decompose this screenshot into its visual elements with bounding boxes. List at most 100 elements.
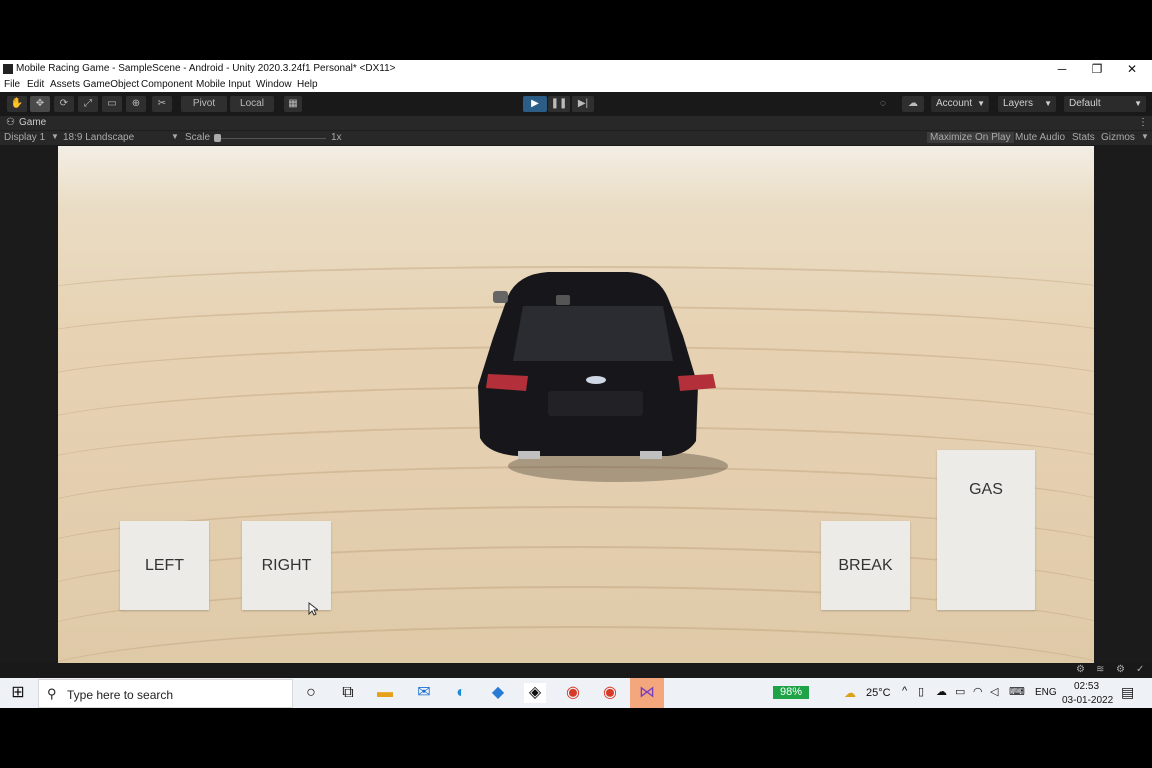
store-icon[interactable]: ◆ — [487, 683, 509, 703]
scale-slider[interactable] — [216, 138, 326, 139]
menu-help[interactable]: Help — [297, 79, 318, 90]
pivot-toggle[interactable]: Pivot — [181, 96, 227, 112]
play-button[interactable]: ▶ — [523, 96, 547, 112]
menu-assets[interactable]: Assets — [50, 79, 80, 90]
battery-indicator[interactable]: 98% — [773, 686, 809, 699]
clock-date[interactable]: 03-01-2022 — [1062, 695, 1113, 706]
local-label: Local — [240, 98, 264, 109]
tray-app-icon[interactable]: ▯ — [918, 685, 924, 698]
chevron-down-icon: ▼ — [171, 132, 179, 141]
right-button[interactable]: RIGHT — [242, 521, 331, 610]
menu-component[interactable]: Component — [141, 79, 193, 90]
menu-gameobject[interactable]: GameObject — [83, 79, 139, 90]
rotate-tool-icon[interactable]: ⟳ — [54, 96, 74, 112]
move-tool-icon[interactable]: ✥ — [30, 96, 50, 112]
onedrive-icon[interactable]: ☁ — [936, 685, 947, 698]
local-toggle[interactable]: Local — [230, 96, 274, 112]
unity-status-bar: ⚙ ≋ ⚙ ✓ — [0, 663, 1152, 678]
search-placeholder: Type here to search — [67, 688, 174, 702]
mail-icon[interactable]: ✉ — [413, 683, 435, 703]
volume-icon[interactable]: ◁ — [990, 685, 998, 698]
minimize-button[interactable]: ─ — [1047, 61, 1077, 77]
menu-window[interactable]: Window — [256, 79, 292, 90]
aspect-dropdown[interactable]: 18:9 Landscape — [63, 132, 134, 143]
chevron-down-icon: ▼ — [1044, 99, 1052, 108]
car — [478, 272, 728, 482]
display-dropdown[interactable]: Display 1 — [4, 132, 45, 143]
brake-button[interactable]: BREAK — [821, 521, 910, 610]
mute-audio-toggle[interactable]: Mute Audio — [1015, 132, 1065, 143]
windows-taskbar: ⊞ ⚲ Type here to search ○ ⧉ ▬ ✉ ◐ ◆ ◈ ◉ … — [0, 678, 1152, 708]
account-dropdown[interactable]: Account ▼ — [931, 96, 989, 112]
pivot-label: Pivot — [192, 98, 216, 109]
chevron-down-icon: ▼ — [977, 99, 985, 108]
wifi-icon[interactable]: ◠ — [973, 685, 983, 698]
chrome-icon[interactable]: ◉ — [562, 683, 584, 703]
snap-icon[interactable]: ▦ — [284, 96, 302, 112]
stats-toggle[interactable]: Stats — [1072, 132, 1095, 143]
tab-menu-icon[interactable]: ⋮ — [1138, 117, 1148, 128]
cloud-icon[interactable]: ☁ — [902, 96, 924, 112]
gizmos-dropdown[interactable]: Gizmos — [1101, 132, 1135, 143]
unity-app-icon[interactable]: ◈ — [524, 683, 546, 703]
search-icon: ⚲ — [47, 686, 57, 701]
language-indicator[interactable]: ENG — [1035, 687, 1057, 698]
game-view-icon: ⚇ — [6, 117, 15, 128]
weather-icon: ☁ — [844, 686, 856, 700]
debug-icon[interactable]: ⚙ — [1076, 664, 1085, 675]
game-tab-bar: ⚇ Game ⋮ — [0, 116, 1152, 130]
file-explorer-icon[interactable]: ▬ — [374, 683, 396, 703]
chrome-profile-icon[interactable]: ◉ — [599, 683, 621, 703]
layers-dropdown[interactable]: Layers ▼ — [998, 96, 1056, 112]
rect-tool-icon[interactable]: ▭ — [102, 96, 122, 112]
layers-icon[interactable]: ≋ — [1096, 664, 1104, 675]
visual-studio-icon[interactable]: ⋈ — [630, 678, 664, 708]
weather-temperature[interactable]: 25°C — [866, 687, 891, 699]
toolbar: ✋ ✥ ⟳ ⤢ ▭ ⊕ ✂ Pivot Local ▦ ▶ ❚❚ ▶| ◌ ☁ … — [0, 92, 1152, 116]
power-icon[interactable]: ▭ — [955, 685, 965, 698]
window-title: Mobile Racing Game - SampleScene - Andro… — [16, 63, 396, 74]
transform-tool-icon[interactable]: ⊕ — [126, 96, 146, 112]
layout-label: Default — [1069, 98, 1101, 109]
menu-bar: File Edit Assets GameObject Component Mo… — [0, 78, 1152, 92]
close-button[interactable]: ✕ — [1117, 61, 1147, 77]
check-icon[interactable]: ✓ — [1136, 664, 1144, 675]
layers-label: Layers — [1003, 98, 1034, 109]
game-view: LEFT RIGHT BREAK GAS — [0, 145, 1152, 663]
collab-icon[interactable]: ◌ — [874, 96, 892, 112]
chevron-down-icon: ▼ — [1134, 99, 1142, 108]
restore-button[interactable]: ❐ — [1082, 61, 1112, 77]
menu-mobile-input[interactable]: Mobile Input — [196, 79, 250, 90]
step-button[interactable]: ▶| — [572, 96, 594, 112]
game-scene: LEFT RIGHT BREAK GAS — [58, 146, 1094, 663]
keyboard-icon[interactable]: ⌨ — [1009, 685, 1025, 698]
task-view-icon[interactable]: ⧉ — [337, 683, 359, 703]
taskbar-search-box[interactable]: ⚲ Type here to search — [38, 679, 293, 708]
account-label: Account — [936, 98, 973, 109]
menu-file[interactable]: File — [4, 79, 20, 90]
scale-slider-thumb[interactable] — [214, 134, 221, 142]
windows-start-icon[interactable]: ⊞ — [7, 683, 29, 703]
unity-logo-icon — [3, 64, 13, 74]
pause-button[interactable]: ❚❚ — [548, 96, 570, 112]
maximize-on-play-toggle[interactable]: Maximize On Play — [927, 132, 1014, 143]
mouse-cursor-icon — [308, 602, 318, 616]
layout-dropdown[interactable]: Default ▼ — [1064, 96, 1146, 112]
chevron-down-icon: ▼ — [1141, 132, 1149, 141]
scale-label: Scale — [185, 132, 211, 143]
cortana-icon[interactable]: ○ — [300, 683, 322, 703]
chevron-up-icon[interactable]: ^ — [902, 685, 907, 697]
notification-icon[interactable]: ▤ — [1121, 684, 1134, 701]
game-view-toolbar: Display 1 ▼ 18:9 Landscape ▼ Scale 1x Ma… — [0, 130, 1152, 146]
hand-tool-icon[interactable]: ✋ — [7, 96, 27, 112]
clock-time[interactable]: 02:53 — [1074, 681, 1099, 692]
chevron-down-icon: ▼ — [51, 132, 59, 141]
menu-edit[interactable]: Edit — [27, 79, 44, 90]
scale-tool-icon[interactable]: ⤢ — [78, 96, 98, 112]
gas-button[interactable]: GAS — [937, 450, 1035, 610]
settings-icon[interactable]: ⚙ — [1116, 664, 1125, 675]
edge-icon[interactable]: ◐ — [450, 683, 472, 703]
custom-tool-icon[interactable]: ✂ — [152, 96, 172, 112]
left-button[interactable]: LEFT — [120, 521, 209, 610]
tab-game[interactable]: Game — [19, 117, 46, 128]
